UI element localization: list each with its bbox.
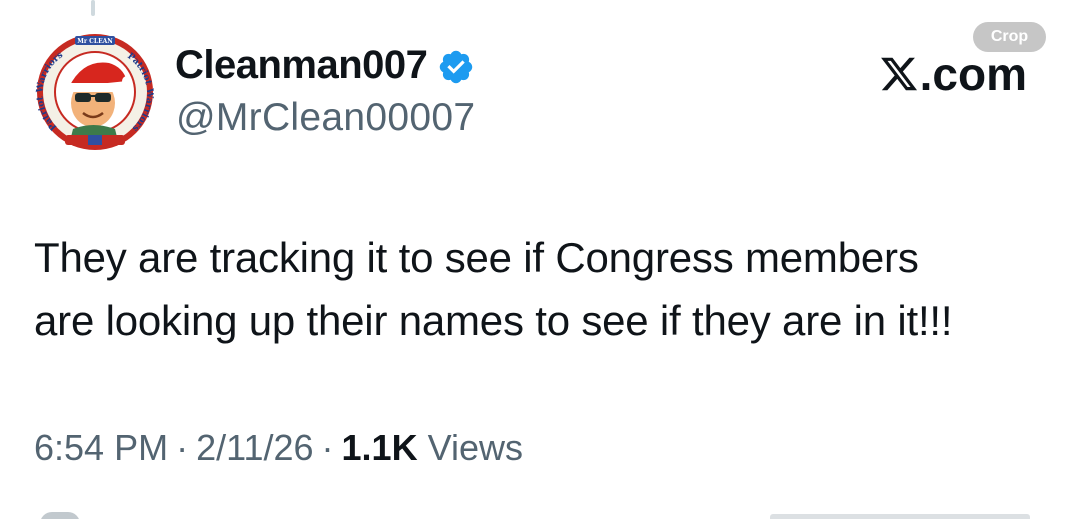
post-date[interactable]: 2/11/26 — [196, 427, 313, 468]
x-brand-label: .com — [919, 48, 1027, 100]
post-text-line: are looking up their names to see if the… — [34, 297, 953, 344]
cropped-action-row — [770, 514, 1030, 519]
thread-connector-line — [91, 0, 95, 16]
author-handle[interactable]: @MrClean00007 — [176, 94, 475, 142]
views-count: 1.1K — [341, 427, 418, 468]
post-text-line: They are tracking it to see if Congress … — [34, 234, 919, 281]
avatar[interactable]: Mr CLEAN Patriot Warriors Patriot Warrio… — [35, 29, 155, 155]
screenshot-page: Mr CLEAN Patriot Warriors Patriot Warrio… — [0, 0, 1080, 519]
author-name-row: Cleanman007 — [175, 40, 475, 90]
meta-separator: · — [176, 427, 189, 468]
author-display-name[interactable]: Cleanman007 — [175, 40, 428, 90]
x-logo-icon — [880, 57, 917, 91]
meta-separator: · — [321, 427, 334, 468]
verified-badge-icon[interactable] — [437, 48, 475, 86]
crop-button[interactable]: Crop — [973, 22, 1046, 52]
avatar-banner-text: Mr CLEAN — [77, 38, 113, 45]
x-brand-watermark: .com — [879, 48, 1027, 100]
post-text: They are tracking it to see if Congress … — [34, 226, 1054, 352]
avatar-image: Mr CLEAN Patriot Warriors Patriot Warrio… — [35, 34, 154, 150]
post-time[interactable]: 6:54 PM — [34, 427, 168, 468]
cropped-action-icon — [40, 512, 80, 519]
views-label: Views — [427, 427, 523, 468]
post-metadata: 6:54 PM · 2/11/26 · 1.1K Views — [34, 424, 523, 472]
